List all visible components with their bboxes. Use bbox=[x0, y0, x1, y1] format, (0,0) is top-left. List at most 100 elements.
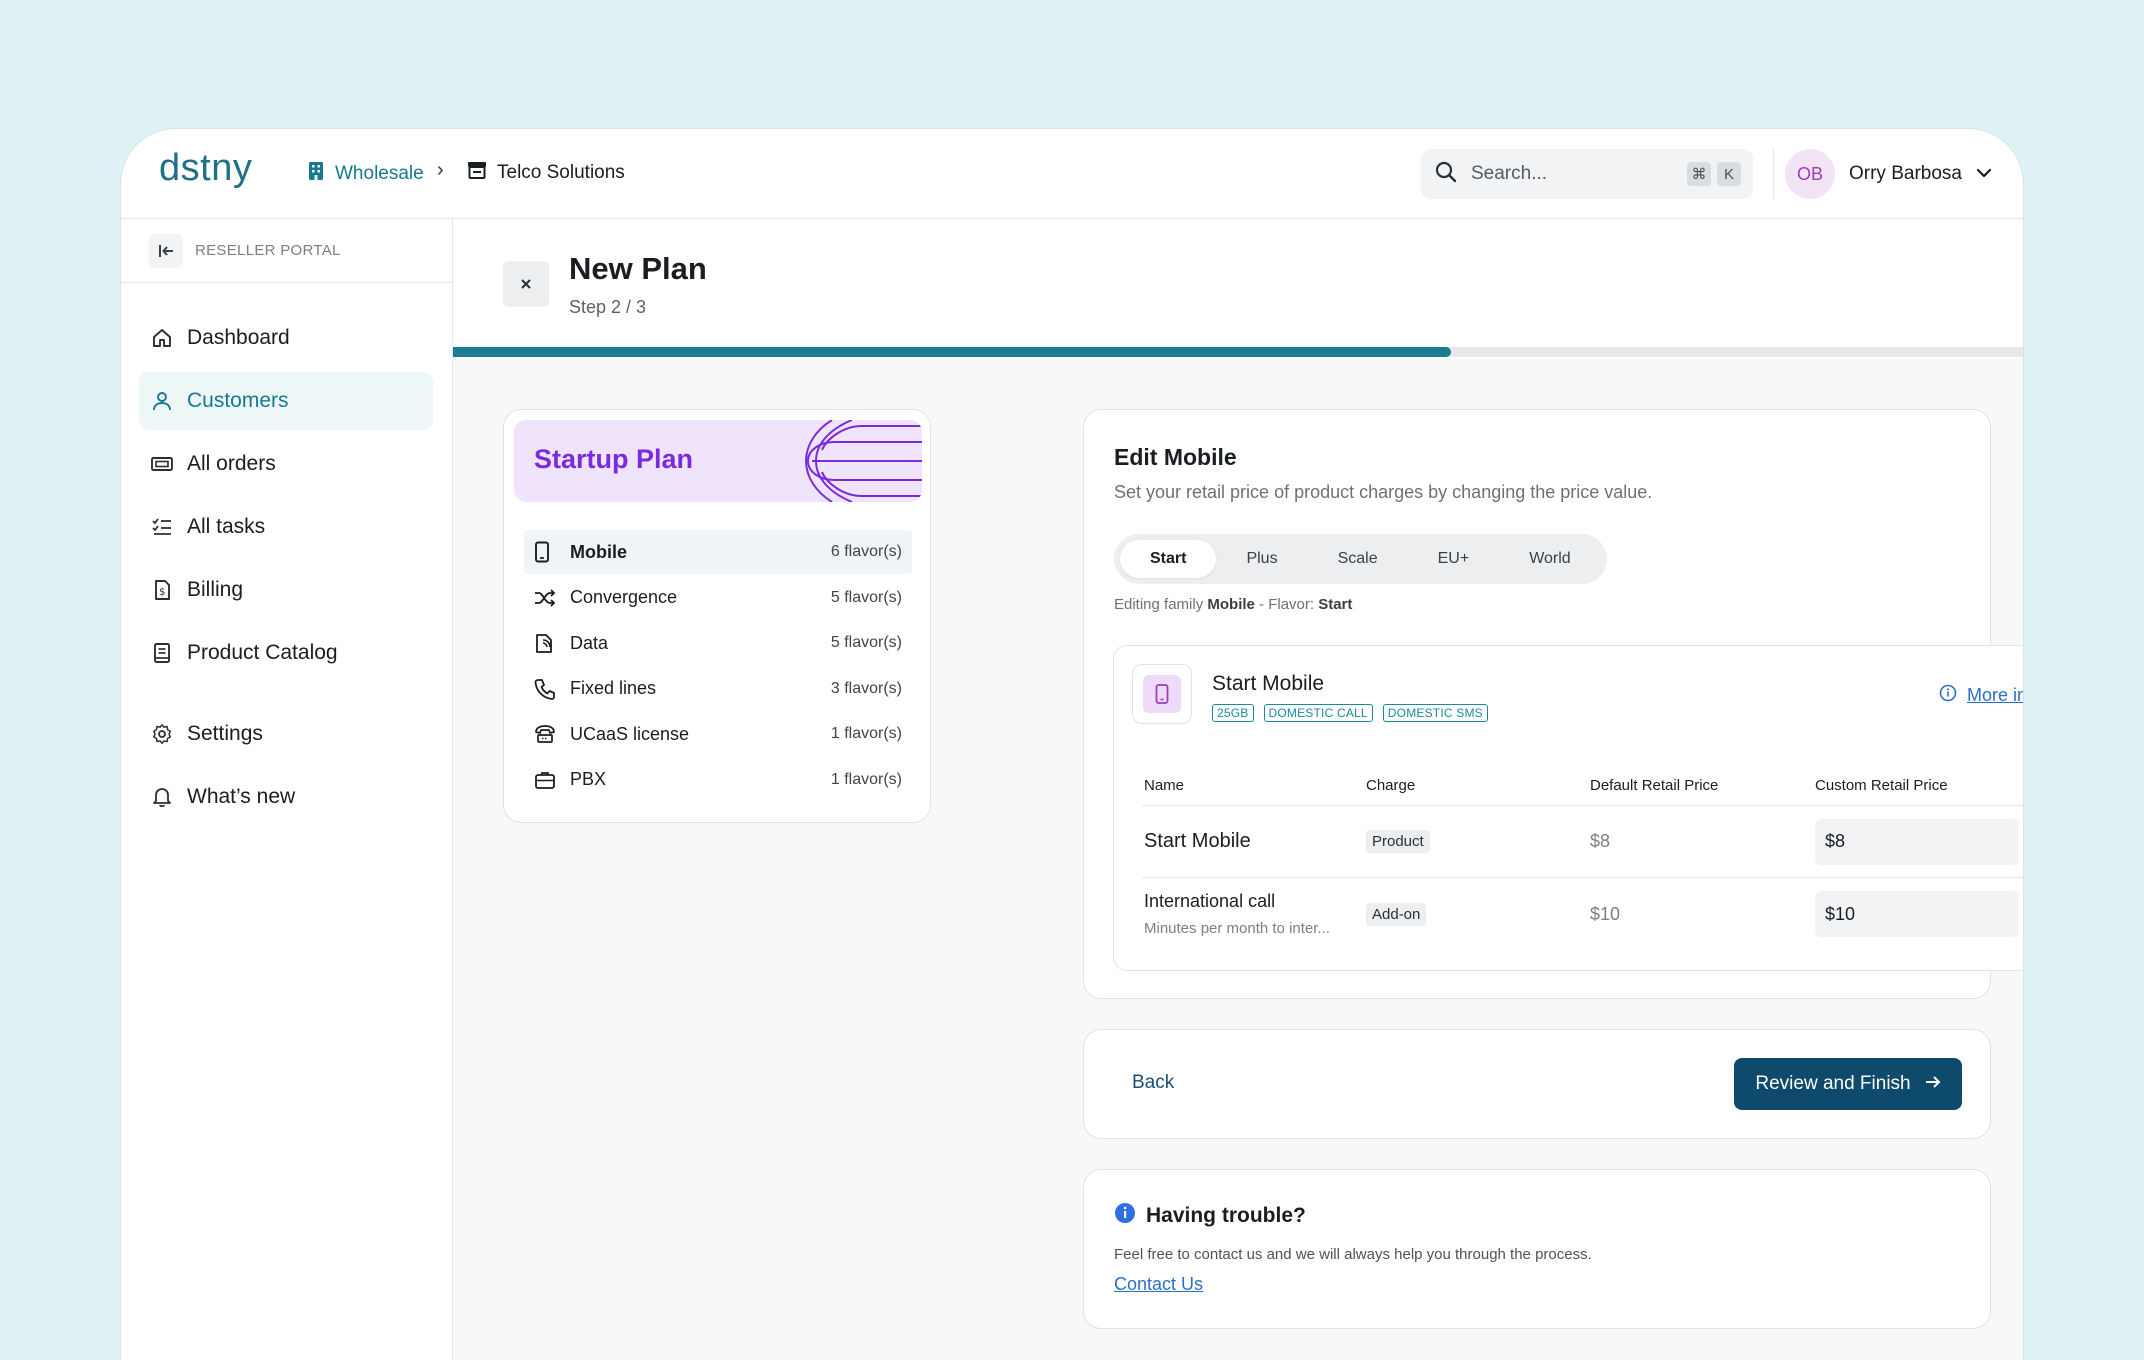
tab-scale[interactable]: Scale bbox=[1308, 540, 1408, 578]
family-name: Data bbox=[570, 632, 609, 653]
breadcrumb-label: Telco Solutions bbox=[497, 162, 625, 183]
family-name: PBX bbox=[570, 769, 607, 789]
flavor-count: 3 flavor(s) bbox=[830, 679, 902, 697]
data-icon bbox=[534, 632, 560, 654]
flavor-count: 1 flavor(s) bbox=[830, 770, 902, 788]
family-item-fixed-lines[interactable]: Fixed lines 3 flavor(s) bbox=[524, 667, 912, 711]
family-name: Mobile bbox=[570, 541, 627, 562]
charge-badge: Add-on bbox=[1366, 902, 1427, 926]
edit-subtitle: Set your retail price of product charges… bbox=[1114, 482, 1653, 502]
flavor-count: 5 flavor(s) bbox=[830, 634, 902, 651]
phone-icon bbox=[1143, 675, 1181, 713]
row-description: Minutes per month to inter... bbox=[1144, 920, 1330, 937]
tab-world[interactable]: World bbox=[1499, 540, 1601, 578]
family-item-convergence[interactable]: Convergence 5 flavor(s) bbox=[524, 576, 912, 620]
sidebar-item-label: What’s new bbox=[187, 785, 296, 808]
family-item-pbx[interactable]: PBX 1 flavor(s) bbox=[524, 758, 912, 802]
sidebar-item-whats-new[interactable]: What’s new bbox=[139, 768, 433, 826]
tab-plus[interactable]: Plus bbox=[1216, 540, 1307, 578]
help-text: Feel free to contact us and we will alwa… bbox=[1114, 1246, 1592, 1263]
search-input[interactable]: Search... bbox=[1471, 163, 1681, 185]
flavor-tabs: Start Plus Scale EU+ World bbox=[1114, 534, 1607, 584]
user-menu[interactable]: OB Orry Barbosa bbox=[1785, 149, 1992, 199]
editing-mid: - Flavor: bbox=[1254, 596, 1319, 613]
tab-start[interactable]: Start bbox=[1120, 540, 1217, 578]
arrow-right-icon bbox=[1925, 1073, 1941, 1095]
building-icon bbox=[307, 161, 325, 187]
tag-badge: DOMESTIC SMS bbox=[1382, 704, 1488, 722]
page-title: New Plan bbox=[569, 251, 707, 286]
sidebar-item-product-catalog[interactable]: Product Catalog bbox=[139, 624, 433, 682]
collapse-sidebar-button[interactable] bbox=[149, 233, 183, 268]
user-icon bbox=[149, 388, 175, 414]
app-window: dstny Wholesale › Telco Solutions Search… bbox=[120, 128, 2024, 1360]
family-item-mobile[interactable]: Mobile 6 flavor(s) bbox=[524, 530, 912, 574]
sidebar-item-label: All tasks bbox=[187, 515, 266, 538]
sidebar-item-all-orders[interactable]: All orders bbox=[139, 435, 433, 493]
sidebar-item-label: Product Catalog bbox=[187, 641, 338, 664]
editing-family: Mobile bbox=[1207, 596, 1255, 613]
flavor-count: 5 flavor(s) bbox=[830, 588, 902, 606]
tab-eu-plus[interactable]: EU+ bbox=[1408, 540, 1500, 578]
page-header: New Plan Step 2 / 3 bbox=[453, 219, 2023, 359]
more-info-link[interactable]: More info bbox=[1939, 684, 2023, 707]
contact-us-link[interactable]: Contact Us bbox=[1114, 1274, 1203, 1295]
progress-fill bbox=[453, 347, 1452, 357]
shuffle-icon bbox=[534, 588, 560, 607]
sidebar: RESELLER PORTAL Dashboard Customers All … bbox=[121, 219, 453, 1360]
review-and-finish-button[interactable]: Review and Finish bbox=[1734, 1058, 1962, 1110]
custom-price-input[interactable]: $10 bbox=[1815, 891, 2019, 937]
search-icon bbox=[1435, 161, 1457, 188]
plan-card: Startup Plan Mobile 6 flavor(s) Converge… bbox=[503, 409, 931, 823]
shortcut-k-key: K bbox=[1717, 162, 1741, 186]
close-button[interactable] bbox=[503, 261, 549, 307]
shortcut-cmd-key: ⌘ bbox=[1687, 162, 1711, 186]
user-name: Orry Barbosa bbox=[1849, 163, 1962, 184]
back-button[interactable]: Back bbox=[1132, 1072, 1174, 1094]
portal-label: RESELLER PORTAL bbox=[195, 242, 341, 259]
product-card-wrapper: Start Mobile 25GB DOMESTIC CALL DOMESTIC… bbox=[1113, 645, 2023, 971]
family-item-data[interactable]: Data 5 flavor(s) bbox=[524, 621, 912, 665]
family-list: Mobile 6 flavor(s) Convergence 5 flavor(… bbox=[524, 530, 912, 803]
default-price: $10 bbox=[1590, 903, 1621, 924]
custom-price-input[interactable]: $8 bbox=[1815, 818, 2019, 865]
plan-banner: Startup Plan bbox=[514, 420, 922, 502]
product-card: Start Mobile 25GB DOMESTIC CALL DOMESTIC… bbox=[1113, 645, 2023, 971]
divider bbox=[1773, 149, 1774, 199]
logo[interactable]: dstny bbox=[159, 147, 252, 190]
chevron-down-icon bbox=[1976, 165, 1992, 183]
product-name: Start Mobile bbox=[1212, 672, 1325, 695]
search-box[interactable]: Search... ⌘ K bbox=[1421, 149, 1753, 199]
phone-icon bbox=[534, 541, 560, 563]
product-icon-frame bbox=[1132, 664, 1192, 724]
help-card: Having trouble? Feel free to contact us … bbox=[1083, 1169, 1991, 1329]
breadcrumb-label: Wholesale bbox=[335, 163, 424, 184]
breadcrumb-telco[interactable]: Telco Solutions bbox=[467, 161, 625, 185]
home-icon bbox=[149, 325, 175, 351]
gear-icon bbox=[149, 721, 175, 747]
top-bar: dstny Wholesale › Telco Solutions Search… bbox=[121, 129, 2023, 219]
handset-icon bbox=[534, 678, 560, 700]
tag-badge: DOMESTIC CALL bbox=[1263, 704, 1373, 722]
family-item-ucaas-license[interactable]: UCaaS license 1 flavor(s) bbox=[524, 712, 912, 756]
plan-name: Startup Plan bbox=[534, 444, 694, 474]
briefcase-icon bbox=[534, 770, 560, 790]
row-name: Start Mobile bbox=[1144, 830, 1251, 852]
finish-label: Review and Finish bbox=[1755, 1073, 1911, 1094]
product-tags: 25GB DOMESTIC CALL DOMESTIC SMS bbox=[1212, 704, 1488, 722]
sidebar-item-all-tasks[interactable]: All tasks bbox=[139, 498, 433, 556]
portal-header: RESELLER PORTAL bbox=[121, 219, 452, 283]
sidebar-item-dashboard[interactable]: Dashboard bbox=[139, 309, 433, 367]
globe-decoration-icon bbox=[804, 420, 922, 502]
breadcrumb-wholesale[interactable]: Wholesale bbox=[307, 161, 424, 187]
family-name: Fixed lines bbox=[570, 678, 657, 698]
sidebar-item-settings[interactable]: Settings bbox=[139, 705, 433, 763]
edit-title: Edit Mobile bbox=[1114, 444, 1237, 470]
default-price: $8 bbox=[1590, 831, 1611, 851]
sidebar-item-customers[interactable]: Customers bbox=[139, 372, 433, 430]
progress-bar bbox=[453, 347, 2023, 357]
sidebar-item-label: Dashboard bbox=[187, 326, 290, 349]
table-header: Name Charge Default Retail Price Custom … bbox=[1142, 766, 2023, 806]
price-table: Name Charge Default Retail Price Custom … bbox=[1142, 766, 2023, 950]
sidebar-item-billing[interactable]: $ Billing bbox=[139, 561, 433, 619]
